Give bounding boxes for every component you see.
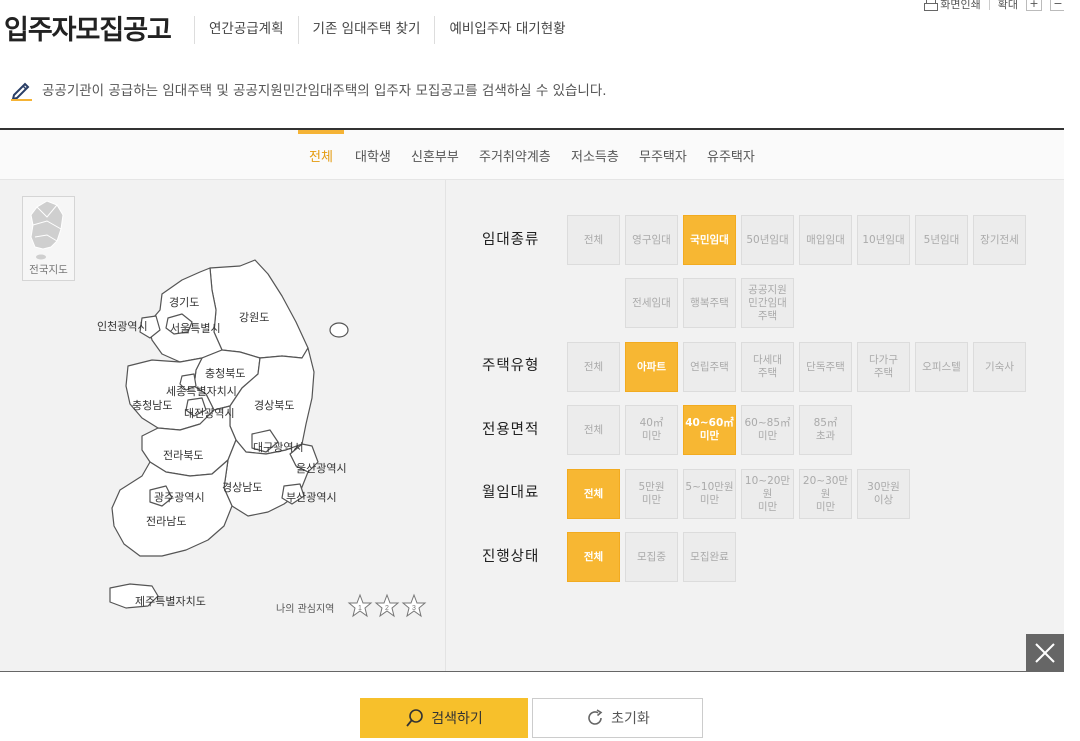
- region-sejong[interactable]: 세종특별자치시: [166, 383, 237, 399]
- filter-label-housing-type: 주택유형: [482, 358, 540, 374]
- star-number: 1: [358, 605, 362, 612]
- region-gyeonggi[interactable]: 경기도: [169, 294, 199, 310]
- close-button[interactable]: [1026, 634, 1064, 672]
- tab-active-indicator: [298, 130, 344, 134]
- housing-type-option[interactable]: 다가구 주택: [857, 342, 910, 392]
- rental-type-option[interactable]: 영구임대: [625, 215, 678, 265]
- nation-map-label: 전국지도: [29, 264, 68, 276]
- header-nav: 연간공급계획 기존 임대주택 찾기 예비입주자 대기현황: [194, 16, 580, 44]
- rent-option[interactable]: 10~20만원 미만: [741, 469, 794, 519]
- divider: [0, 671, 1064, 672]
- housing-type-option[interactable]: 오피스텔: [915, 342, 968, 392]
- nav-annual-plan[interactable]: 연간공급계획: [194, 16, 298, 44]
- rent-option[interactable]: 20~30만원 미만: [799, 469, 852, 519]
- filter-label-rent: 월임대료: [482, 485, 540, 501]
- tab-university[interactable]: 대학생: [355, 146, 391, 165]
- rental-type-option[interactable]: 50년임대: [741, 215, 794, 265]
- my-area-label: 나의 관심지역: [276, 604, 335, 615]
- reset-button-label: 초기화: [611, 711, 650, 727]
- star-number: 3: [412, 605, 416, 612]
- rent-option-selected[interactable]: 전체: [567, 469, 620, 519]
- area-option[interactable]: 85㎡ 초과: [799, 405, 852, 455]
- target-tabs: 전체 대학생 신혼부부 주거취약계층 저소득층 무주택자 유주택자: [0, 130, 1064, 180]
- area-option[interactable]: 전체: [567, 405, 620, 455]
- region-jeonnam[interactable]: 전라남도: [146, 513, 186, 529]
- housing-type-option[interactable]: 기숙사: [973, 342, 1026, 392]
- filter-label-rental-type: 임대종류: [482, 232, 540, 248]
- star-icon-2[interactable]: 2: [374, 593, 400, 619]
- region-chungbuk[interactable]: 충청북도: [205, 365, 245, 381]
- search-icon: [406, 709, 424, 727]
- region-gyeongbuk[interactable]: 경상북도: [254, 397, 294, 413]
- status-option-selected[interactable]: 전체: [567, 532, 620, 582]
- reset-button[interactable]: 초기화: [532, 698, 703, 738]
- region-daegu[interactable]: 대구광역시: [253, 439, 304, 455]
- rental-type-option[interactable]: 전체: [567, 215, 620, 265]
- header: 입주자모집공고 연간공급계획 기존 임대주택 찾기 예비입주자 대기현황: [0, 0, 1080, 60]
- rental-type-option[interactable]: 전세임대: [625, 278, 678, 328]
- status-option[interactable]: 모집완료: [683, 532, 736, 582]
- refresh-icon: [588, 709, 603, 725]
- housing-type-option-selected[interactable]: 아파트: [625, 342, 678, 392]
- region-busan[interactable]: 부산광역시: [286, 489, 337, 505]
- nav-waiting-status[interactable]: 예비입주자 대기현황: [434, 16, 579, 44]
- page-title: 입주자모집공고: [4, 15, 172, 46]
- tab-homeless[interactable]: 무주택자: [639, 146, 687, 165]
- star-icon-1[interactable]: 1: [347, 593, 373, 619]
- scrollbar[interactable]: [1064, 0, 1080, 741]
- tab-vulnerable[interactable]: 주거취약계층: [479, 146, 551, 165]
- nav-find-rental[interactable]: 기존 임대주택 찾기: [297, 16, 435, 44]
- rent-option[interactable]: 5~10만원 미만: [683, 469, 736, 519]
- area-option-selected[interactable]: 40~60㎡ 미만: [683, 405, 736, 455]
- rental-type-option[interactable]: 10년임대: [857, 215, 910, 265]
- search-button-label: 검색하기: [431, 711, 483, 727]
- region-jeju[interactable]: 제주특별자치도: [135, 593, 206, 609]
- region-daejeon[interactable]: 대전광역시: [184, 405, 235, 421]
- rental-type-option[interactable]: 매입임대: [799, 215, 852, 265]
- tab-newlywed[interactable]: 신혼부부: [411, 146, 459, 165]
- region-seoul[interactable]: 서울특별시: [170, 320, 221, 336]
- close-icon: [1035, 643, 1055, 663]
- search-button[interactable]: 검색하기: [360, 698, 528, 738]
- korea-map[interactable]: [90, 240, 370, 620]
- page-description: 공공기관이 공급하는 임대주택 및 공공지원민간임대주택의 입주자 모집공고를 …: [10, 77, 607, 101]
- korea-thumbnail-icon: [30, 200, 64, 260]
- status-option[interactable]: 모집중: [625, 532, 678, 582]
- pencil-icon: [11, 82, 32, 101]
- region-incheon[interactable]: 인천광역시: [97, 318, 148, 334]
- housing-type-option[interactable]: 전체: [567, 342, 620, 392]
- region-jeonbuk[interactable]: 전라북도: [163, 447, 203, 463]
- nation-map-button[interactable]: 전국지도: [22, 196, 75, 281]
- star-number: 2: [385, 605, 389, 612]
- rental-type-option[interactable]: 5년임대: [915, 215, 968, 265]
- star-icon-3[interactable]: 3: [401, 593, 427, 619]
- region-gyeongnam[interactable]: 경상남도: [222, 479, 262, 495]
- rental-type-option-selected[interactable]: 국민임대: [683, 215, 736, 265]
- tab-homeowner[interactable]: 유주택자: [707, 146, 755, 165]
- description-text: 공공기관이 공급하는 임대주택 및 공공지원민간임대주택의 입주자 모집공고를 …: [42, 83, 607, 99]
- region-gwangju[interactable]: 광주광역시: [154, 489, 205, 505]
- filter-label-status: 진행상태: [482, 549, 540, 565]
- region-chungnam[interactable]: 충청남도: [132, 397, 172, 413]
- rent-option[interactable]: 5만원 미만: [625, 469, 678, 519]
- tab-all[interactable]: 전체: [309, 146, 333, 165]
- filter-label-area: 전용면적: [482, 422, 540, 438]
- rent-option[interactable]: 30만원 이상: [857, 469, 910, 519]
- region-gangwon[interactable]: 강원도: [239, 309, 269, 325]
- housing-type-option[interactable]: 단독주택: [799, 342, 852, 392]
- housing-type-option[interactable]: 다세대 주택: [741, 342, 794, 392]
- area-option[interactable]: 40㎡ 미만: [625, 405, 678, 455]
- housing-type-option[interactable]: 연립주택: [683, 342, 736, 392]
- region-ulsan[interactable]: 울산광역시: [296, 460, 347, 476]
- rental-type-option[interactable]: 공공지원 민간임대 주택: [741, 278, 794, 328]
- rental-type-option[interactable]: 장기전세: [973, 215, 1026, 265]
- rental-type-option[interactable]: 행복주택: [683, 278, 736, 328]
- area-option[interactable]: 60~85㎡ 미만: [741, 405, 794, 455]
- tab-low-income[interactable]: 저소득층: [571, 146, 619, 165]
